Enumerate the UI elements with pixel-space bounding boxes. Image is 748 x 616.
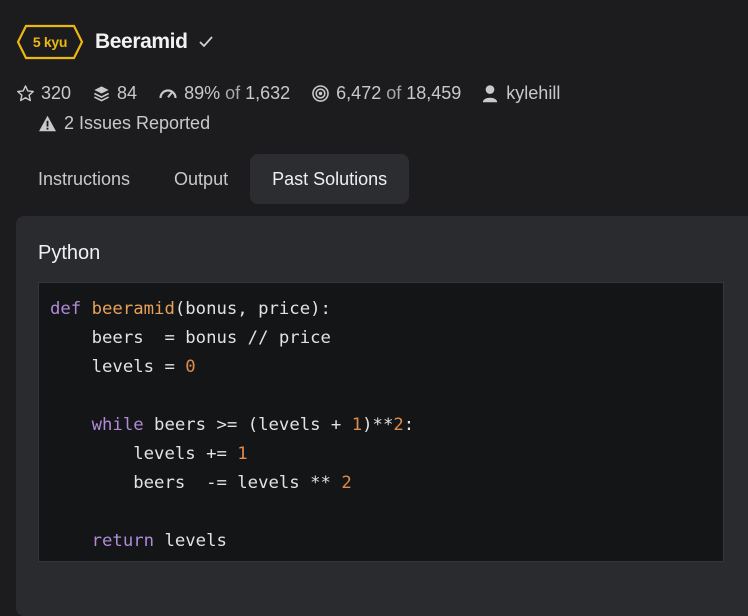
warning-icon (38, 115, 57, 132)
solution-language: Python (38, 242, 101, 264)
code-token: def (50, 299, 82, 319)
code-token: levels (154, 531, 227, 551)
stars-stat[interactable]: 320 (16, 83, 71, 104)
author-name[interactable]: kylehill (506, 83, 560, 104)
collections-stat[interactable]: 84 (92, 83, 137, 104)
code-token: )** (362, 415, 394, 435)
code-token: 1 (237, 444, 248, 464)
satisfaction-of: of (225, 82, 241, 103)
code-line: return levels (50, 527, 723, 556)
code-token: levels += (50, 444, 238, 464)
layers-icon (92, 84, 111, 103)
satisfaction-votes: 1,632 (245, 82, 291, 103)
kata-header: 5 kyu Beeramid (16, 24, 214, 60)
gauge-icon (158, 85, 178, 101)
code-token: 0 (185, 357, 196, 377)
code-token: 2 (393, 415, 404, 435)
code-token: beeramid (91, 299, 175, 319)
code-token: beers -= levels ** (50, 473, 342, 493)
code-line: levels += 1 (50, 440, 723, 469)
completed-of: of (386, 82, 402, 103)
check-icon (198, 35, 214, 49)
code-token: while (91, 415, 144, 435)
user-icon (482, 84, 498, 103)
issues-reported[interactable]: 2 Issues Reported (38, 110, 210, 136)
satisfaction-percent: 89% (184, 82, 221, 103)
code-token: : (403, 415, 415, 435)
completed-count: 6,472 (336, 82, 382, 103)
code-line: def beeramid(bonus, price): (50, 295, 723, 324)
code-token: beers = bonus // price (50, 328, 331, 348)
tab-past-solutions[interactable]: Past Solutions (250, 154, 410, 204)
code-token: return (91, 531, 155, 551)
solution-panel: Python def beeramid(bonus, price): beers… (16, 216, 748, 616)
code-text: def beeramid(bonus, price): beers = bonu… (39, 283, 723, 556)
code-block[interactable]: def beeramid(bonus, price): beers = bonu… (38, 282, 724, 562)
code-token: 2 (341, 473, 352, 493)
issues-label: 2 Issues Reported (64, 112, 211, 133)
tab-output[interactable]: Output (152, 154, 250, 204)
completed-stat: 6,472 of 18,459 (311, 83, 461, 104)
target-icon (311, 84, 330, 103)
attempts-count: 18,459 (406, 82, 462, 103)
kata-tabs: Instructions Output Past Solutions (16, 154, 410, 204)
code-line: while beers >= (levels + 1)**2: (50, 411, 723, 440)
code-token: (bonus, price): (174, 299, 331, 319)
kata-stats: 320 84 89% of 1,632 6,472 of 18,459 kyle… (16, 80, 581, 106)
rank-label: 5 kyu (32, 34, 68, 50)
code-token: 1 (351, 415, 363, 435)
code-token: levels = (50, 357, 186, 377)
star-icon (16, 84, 35, 103)
tab-instructions[interactable]: Instructions (16, 154, 152, 204)
satisfaction-stat: 89% of 1,632 (158, 83, 290, 104)
author-stat[interactable]: kylehill (482, 83, 560, 104)
stars-count: 320 (41, 82, 72, 103)
code-line: levels = 0 (50, 353, 723, 382)
kata-title[interactable]: Beeramid (95, 30, 188, 54)
code-line: beers -= levels ** 2 (50, 469, 723, 498)
collections-count: 84 (117, 82, 138, 103)
code-line: beers = bonus // price (50, 324, 723, 353)
rank-badge: 5 kyu (16, 24, 84, 60)
code-token: beers >= (levels + (143, 415, 352, 435)
